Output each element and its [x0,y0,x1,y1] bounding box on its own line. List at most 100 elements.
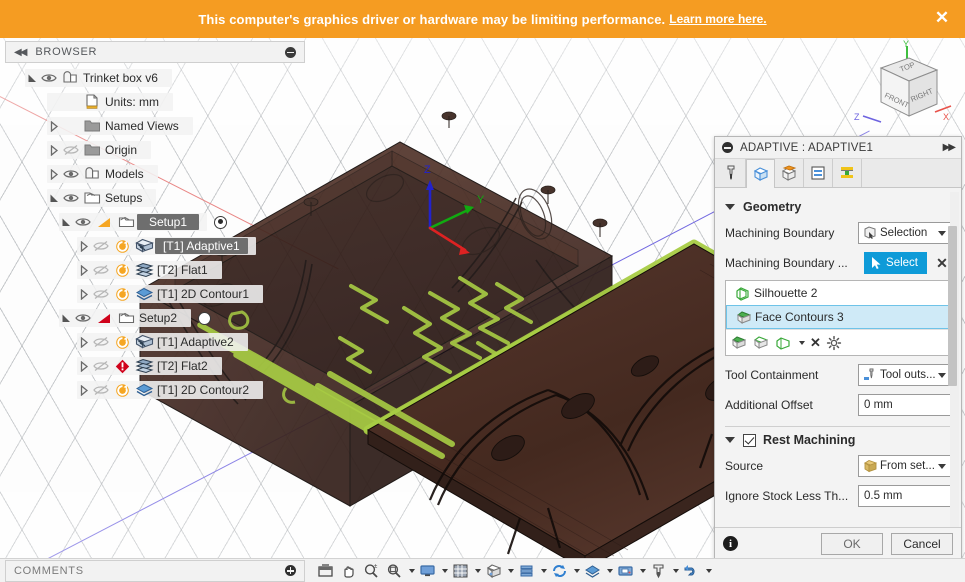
setup-label[interactable]: Setup1 [137,214,200,230]
eye-hidden-icon[interactable] [61,141,81,159]
tree-operation-t1-2d-contour2[interactable]: [T1] 2D Contour2 [5,378,305,402]
expand-arrow-closed-icon[interactable] [47,117,61,135]
tree-item-origin[interactable]: Origin [5,138,305,162]
expand-arrow-closed-icon[interactable] [77,357,91,375]
dialog-minimize-icon[interactable] [722,142,733,153]
settings-gear-icon[interactable] [826,335,842,351]
chevron-down-icon[interactable] [938,372,946,378]
tool-library-icon[interactable] [648,560,669,582]
tree-item-label[interactable]: Origin [103,143,143,157]
tree-item-models[interactable]: Models [5,162,305,186]
expand-arrow-open-icon[interactable] [25,69,39,87]
chevron-down-icon[interactable] [725,204,735,210]
post-process-icon[interactable] [681,560,702,582]
stock-visibility-icon[interactable] [516,560,537,582]
tree-item-label[interactable]: Setups [103,191,148,205]
expand-arrow-closed-icon[interactable] [47,165,61,183]
selection-list[interactable]: Silhouette 2 Face Contours 3 ✕ [725,280,951,356]
expand-arrow-closed-icon[interactable] [77,237,91,255]
expand-arrow-open-icon[interactable] [59,309,73,327]
chevron-down-icon[interactable] [673,568,679,573]
geometry-section-header[interactable]: Geometry [725,196,951,218]
tree-setup-setup2[interactable]: Setup2 [5,306,305,330]
eye-hidden-icon[interactable] [91,237,111,255]
browser-minimize-icon[interactable] [285,46,296,58]
additional-offset-input[interactable]: 0 mm [858,394,951,416]
navigation-tools[interactable]: ± [315,560,712,582]
operation-label[interactable]: [T1] 2D Contour1 [155,287,255,301]
tree-item-label[interactable]: Named Views [103,119,185,133]
chevron-down-icon[interactable] [541,568,547,573]
expand-arrow-closed-icon[interactable] [77,261,91,279]
dialog-expand-icon[interactable]: ▶▶ [943,142,956,153]
bottom-toolbar[interactable]: COMMENTS ± [0,558,965,582]
comments-panel[interactable]: COMMENTS [5,559,305,582]
rest-machining-checkbox[interactable] [743,433,756,447]
selection-item-face-contours[interactable]: Face Contours 3 [726,305,950,329]
zoom-icon[interactable]: ± [361,560,382,582]
selection-toolbar[interactable]: ✕ [726,329,950,355]
tool-containment-dropdown[interactable]: Tool outs... [858,364,951,386]
dialog-body[interactable]: Geometry Machining Boundary Selection Ma… [715,188,961,527]
browser-tree[interactable]: Trinket box v6 Units: mm Named Views Origin… [5,66,305,402]
tree-item-label[interactable]: Trinket box v6 [81,71,164,85]
chevron-down-icon[interactable] [508,568,514,573]
banner-close-icon[interactable]: ✕ [931,8,953,30]
tab-geometry[interactable] [746,159,775,188]
eye-hidden-icon[interactable] [91,261,111,279]
tree-item-label[interactable]: Units: mm [103,95,165,109]
chevron-down-icon[interactable] [725,437,735,443]
tab-passes[interactable] [804,159,833,187]
browser-collapse-icon[interactable]: ◀◀ [14,47,27,58]
delete-selection-icon[interactable]: ✕ [810,335,821,351]
tree-item-units-mm[interactable]: Units: mm [5,90,305,114]
adaptive-operation-dialog[interactable]: ADAPTIVE : ADAPTIVE1 ▶▶ Geometry Machini… [714,136,962,560]
eye-visible-icon[interactable] [73,309,93,327]
tab-tool[interactable] [717,159,746,187]
eye-hidden-icon[interactable] [91,357,111,375]
tree-operation-t2-flat2[interactable]: [T2] Flat2 [5,354,305,378]
operation-label[interactable]: [T2] Flat1 [155,263,214,277]
chevron-down-icon[interactable] [938,463,946,469]
operation-label[interactable]: [T2] Flat2 [155,359,214,373]
expand-arrow-closed-icon[interactable] [77,333,91,351]
eye-visible-icon[interactable] [39,69,59,87]
dialog-tab-bar[interactable] [715,159,961,188]
viewports-icon[interactable] [483,560,504,582]
ok-button[interactable]: OK [821,532,883,555]
ignore-stock-input[interactable]: 0.5 mm [858,485,951,507]
tree-item-trinket-box-v6[interactable]: Trinket box v6 [5,66,305,90]
source-dropdown[interactable]: From set... [858,455,951,477]
chevron-down-icon[interactable] [938,230,946,236]
chevron-down-icon[interactable] [607,568,613,573]
chevron-down-icon[interactable] [409,568,415,573]
tree-operation-t2-flat1[interactable]: [T2] Flat1 [5,258,305,282]
dialog-scrollbar-thumb[interactable] [948,226,957,386]
rest-machining-section-header[interactable]: Rest Machining [725,429,951,451]
tree-operation-t1-adaptive1[interactable]: [T1] Adaptive1 [5,234,305,258]
eye-hidden-icon[interactable] [91,285,111,303]
tree-operation-t1-adaptive2[interactable]: [T1] Adaptive2 [5,330,305,354]
tree-item-label[interactable]: Models [103,167,150,181]
cancel-button[interactable]: Cancel [891,532,953,555]
eye-visible-icon[interactable] [61,189,81,207]
eye-hidden-icon[interactable] [91,381,111,399]
setup-label[interactable]: Setup2 [137,311,183,325]
pan-icon[interactable] [338,560,359,582]
expand-arrow-closed-icon[interactable] [77,381,91,399]
eye-visible-icon[interactable] [73,213,93,231]
grid-snaps-icon[interactable] [450,560,471,582]
tree-setup-setup1[interactable]: Setup1 [5,210,305,234]
operation-label[interactable]: [T1] Adaptive2 [155,335,240,349]
chevron-down-icon[interactable] [799,340,805,345]
eye-visible-icon[interactable] [61,165,81,183]
banner-learn-more-link[interactable]: Learn more here. [669,12,766,26]
simulate-icon[interactable] [549,560,570,582]
operation-label[interactable]: [T1] Adaptive1 [155,238,248,254]
machine-icon[interactable] [615,560,636,582]
expand-arrow-open-icon[interactable] [59,213,73,231]
operation-label[interactable]: [T1] 2D Contour2 [155,383,255,397]
expand-arrow-closed-icon[interactable] [77,285,91,303]
add-body-icon[interactable] [753,335,770,351]
eye-hidden-icon[interactable] [91,333,111,351]
